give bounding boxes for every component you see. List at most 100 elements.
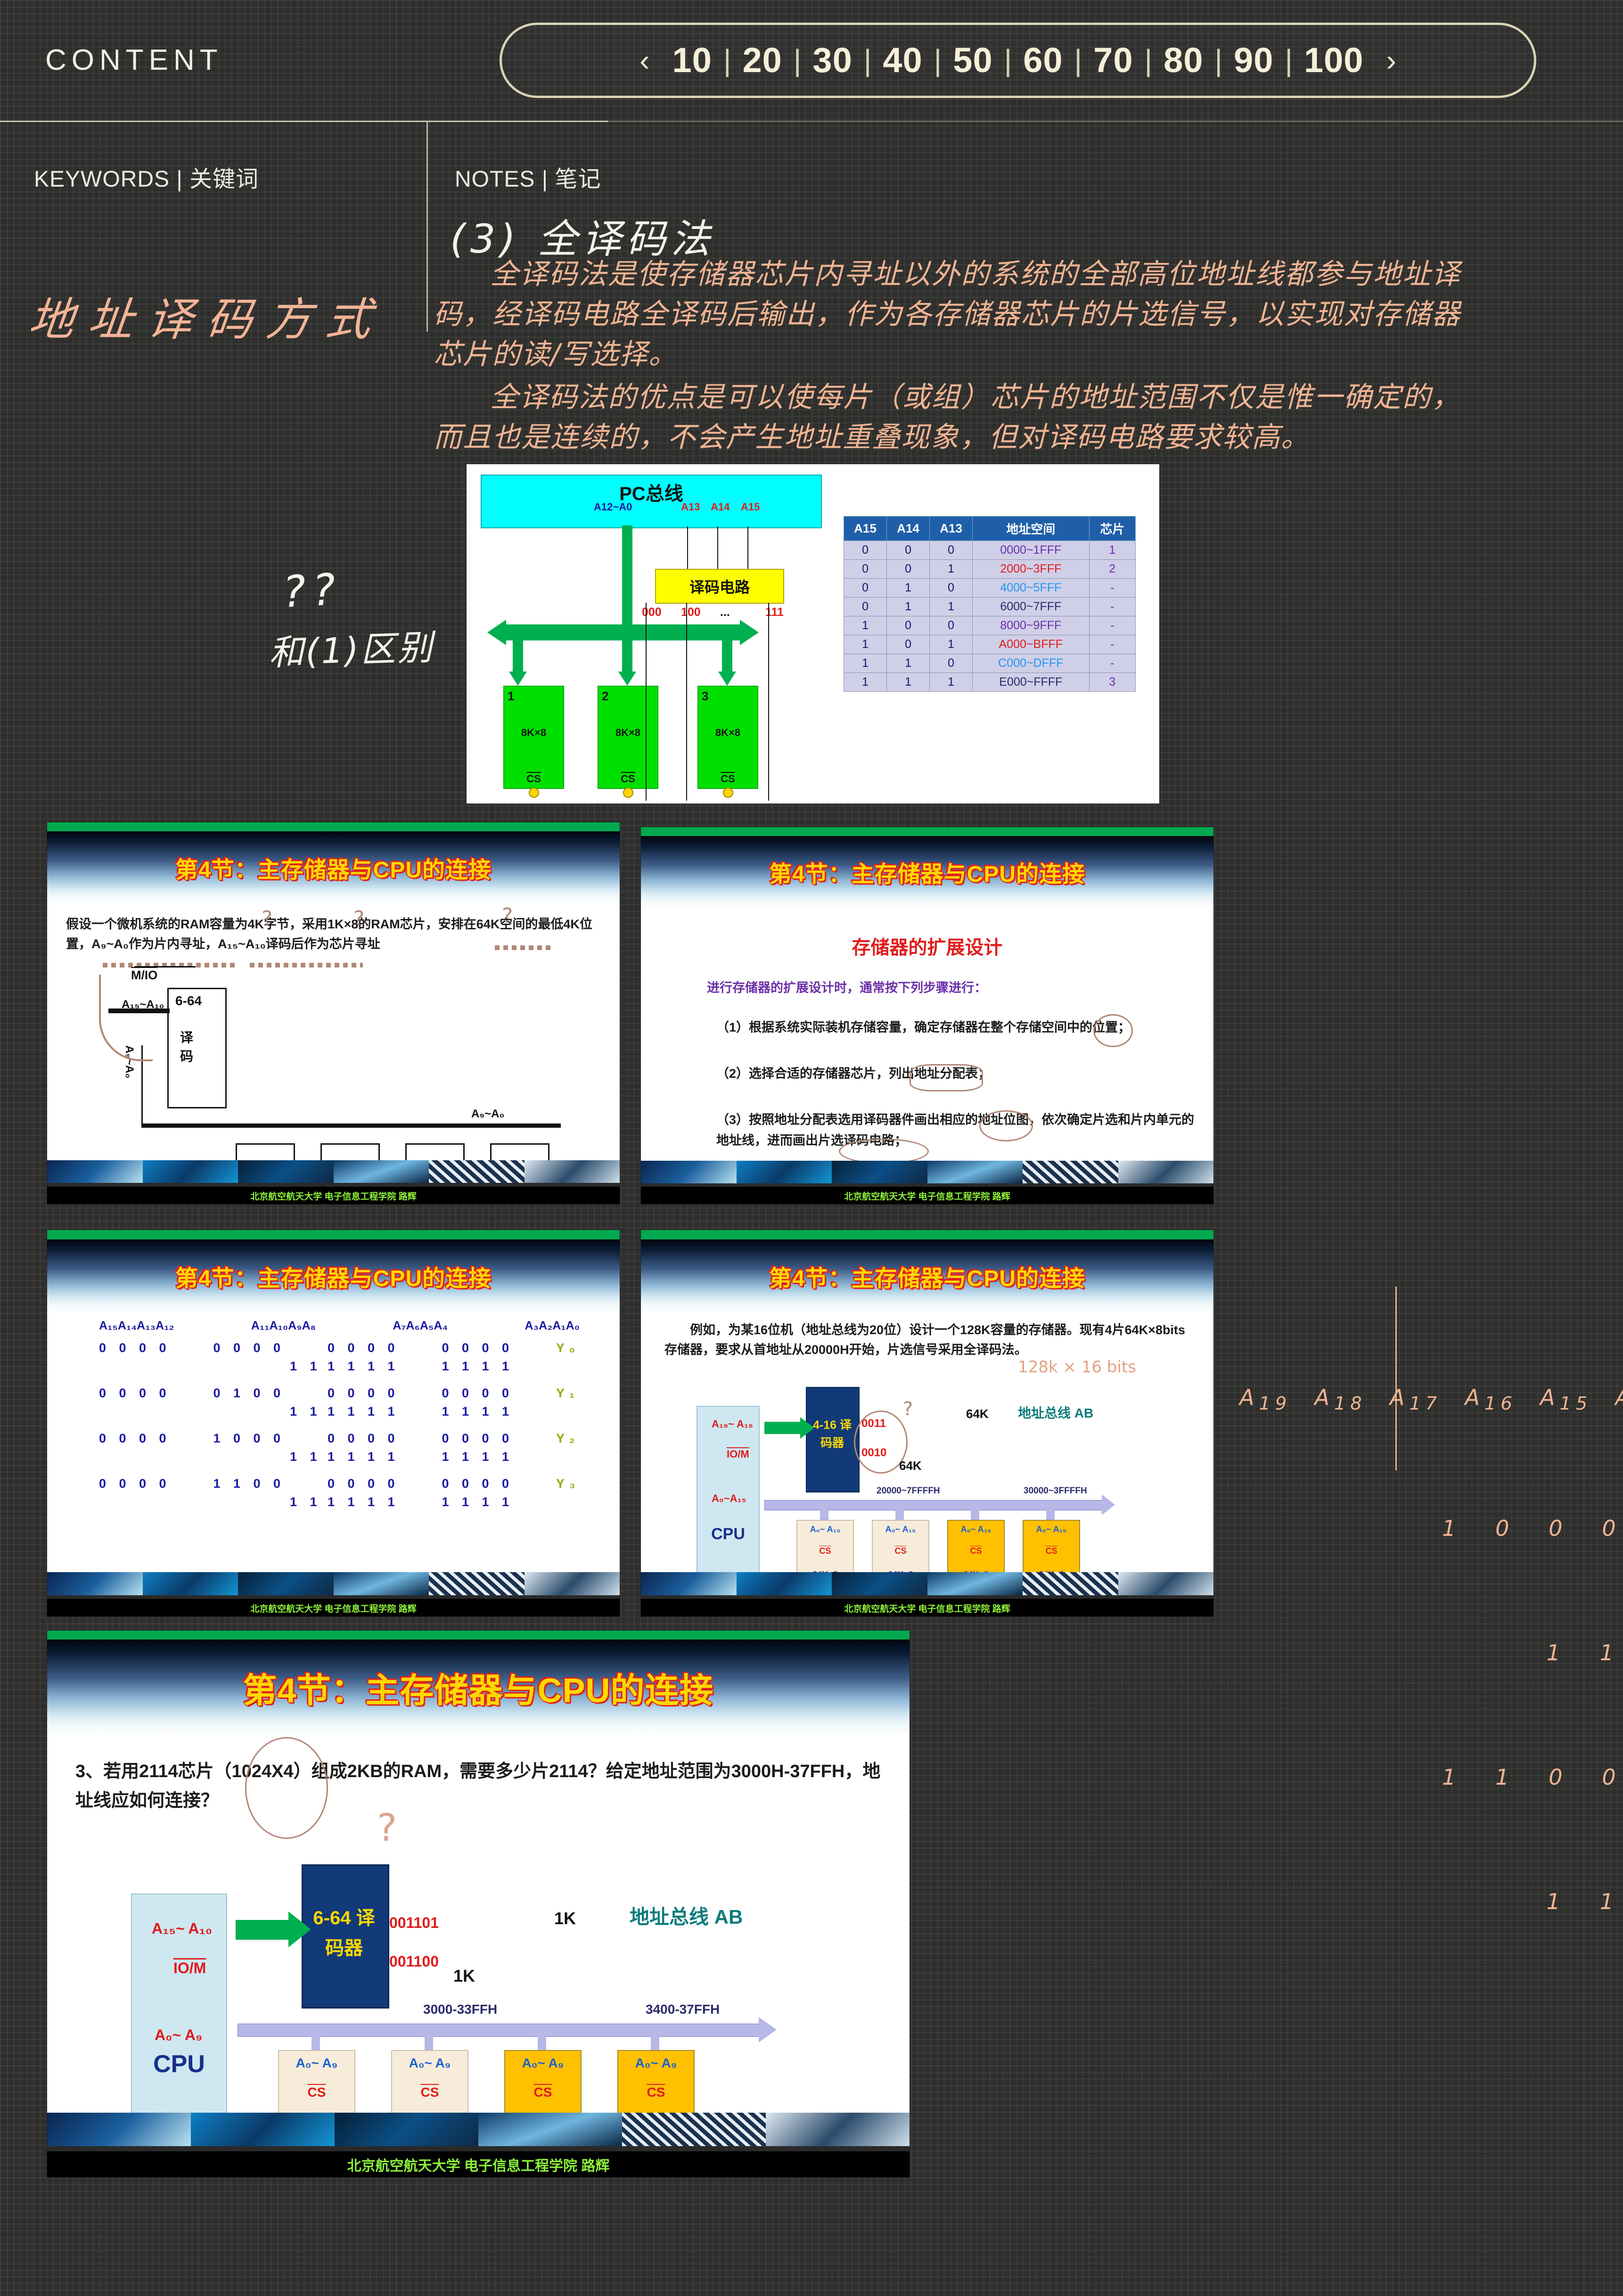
wire-dec-out-2 bbox=[646, 603, 647, 801]
decoder-out-001100: 001100 bbox=[389, 1952, 439, 1970]
bit-group-3: 0 0 0 0 bbox=[328, 1386, 400, 1400]
cell-bit: 1 bbox=[843, 635, 887, 654]
table-row: 1 0 1 A000~BFFF - bbox=[843, 635, 1136, 654]
keyword-question-note: 和(1)区别 bbox=[268, 627, 435, 674]
decoder-out-000: 000 bbox=[642, 606, 662, 619]
bit-row: 0 0 0 0 1 1 0 0 0 0 0 0 0 0 0 0 Y₃ bbox=[99, 1475, 598, 1492]
cell-chip: - bbox=[1089, 597, 1136, 616]
bit-group-3: 0 0 0 0 bbox=[328, 1340, 400, 1355]
cell-bit: 1 bbox=[929, 597, 973, 616]
notes-column-header: NOTES | 笔记 bbox=[455, 167, 601, 192]
wire-a15 bbox=[747, 526, 748, 570]
range-label-1: 3000-33FFH bbox=[423, 2001, 498, 2017]
pager-page-30[interactable]: 30 bbox=[802, 43, 862, 78]
capacity-label-2: 64K bbox=[899, 1459, 922, 1473]
notes-paragraph-2: 全译码法的优点是可以使每片（或组）芯片的地址范围不仅是惟一确定的，而且也是连续的… bbox=[434, 381, 1461, 454]
slide-title-band: 第4节：主存储器与CPU的连接 bbox=[641, 1239, 1213, 1313]
slide-green-top bbox=[47, 822, 620, 832]
pencil-hand-note: 128k × 16 bits bbox=[1018, 1358, 1136, 1377]
bit-group-4: 0 0 0 0 bbox=[442, 1476, 514, 1491]
pencil-question-mark: ? bbox=[353, 907, 365, 931]
cs-node-1 bbox=[529, 787, 539, 798]
range-label-1: 20000~7FFFFH bbox=[877, 1486, 940, 1496]
bit-group-3: 1 1 1 1 bbox=[328, 1449, 400, 1464]
chip-cs-pin: CS bbox=[526, 773, 541, 785]
keyword-question-marks: ?? bbox=[281, 564, 344, 618]
pager-page-40[interactable]: 40 bbox=[872, 43, 933, 78]
cell-chip: 2 bbox=[1089, 559, 1136, 579]
range-label-2: 30000~3FFFFH bbox=[1024, 1486, 1087, 1496]
slide-thumbnail-1[interactable]: 第4节：主存储器与CPU的连接 假设一个微机系统的RAM容量为4K字节，采用1K… bbox=[47, 822, 620, 1204]
table-row: 1 1 1 E000~FFFF 3 bbox=[843, 672, 1136, 692]
bus-a14-label: A14 bbox=[711, 501, 730, 513]
pager-page-90[interactable]: 90 bbox=[1223, 43, 1284, 78]
cpu-addr-hi-label: A₁₉~ A₁₆ bbox=[712, 1418, 754, 1430]
chevron-right-icon[interactable]: › bbox=[1374, 45, 1408, 75]
decoder-input-arrow-bar bbox=[764, 1422, 802, 1435]
hand-bit-row-2: 1 1 1 ... bbox=[1546, 1640, 1618, 1666]
cell-bit: 1 bbox=[886, 578, 930, 598]
bit-group-2: 0 0 0 0 bbox=[213, 1340, 286, 1355]
cell-chip: - bbox=[1089, 578, 1136, 598]
keyword-term: 地址译码方式 bbox=[26, 293, 388, 346]
wire-dec-out-4 bbox=[768, 603, 769, 801]
address-space-table: A15 A14 A13 地址空间 芯片 0 0 0 0000~1FFF 1 0 0 1 2000… bbox=[843, 516, 1136, 692]
chevron-left-icon[interactable]: ‹ bbox=[627, 45, 662, 75]
decoder-out-001101: 001101 bbox=[389, 1914, 439, 1931]
hand-bit-headers: A19 A18 A17 A16 A15 A14 A13 bbox=[1239, 1385, 1623, 1415]
decoder-label: 6-64 译码器 bbox=[313, 1907, 375, 1959]
cell-chip: - bbox=[1089, 635, 1136, 654]
address-drop-arrow-4 bbox=[1046, 1504, 1055, 1520]
green-trunk-vertical bbox=[622, 525, 632, 629]
pager-page-50[interactable]: 50 bbox=[943, 43, 1003, 78]
pager-page-80[interactable]: 80 bbox=[1153, 43, 1213, 78]
chip-cs-pin: CS bbox=[894, 1546, 907, 1556]
slide-thumbnail-5[interactable]: 第4节：主存储器与CPU的连接 3、若用2114芯片（1024X4）组成2KB的… bbox=[47, 1631, 910, 2177]
slide-pc-bus-decoding[interactable]: PC总线 A12~A0 A13 A14 A15 译码电路 000 100 ...… bbox=[467, 464, 1159, 804]
bit-group-1: 0 0 0 0 bbox=[99, 1431, 171, 1445]
bus-a13-label: A13 bbox=[681, 501, 700, 513]
decoder-ic-label-num: 6-64 bbox=[175, 993, 202, 1009]
slide-thumbnail-4[interactable]: 第4节：主存储器与CPU的连接 例如，为某16位机（地址总线为20位）设计一个1… bbox=[641, 1230, 1213, 1616]
pencil-question-mark: ? bbox=[377, 1805, 397, 1850]
cell-bit: 0 bbox=[843, 597, 887, 616]
chip-capacity: 8K×8 bbox=[521, 727, 547, 738]
chip-cs-pin: CS bbox=[970, 1546, 982, 1556]
chip-address-pins: A₀~ A₁₅ bbox=[810, 1525, 841, 1534]
cell-chip: - bbox=[1089, 654, 1136, 673]
slide-title-band: 第4节：主存储器与CPU的连接 bbox=[641, 836, 1213, 908]
decoder-out-100: 100 bbox=[681, 606, 701, 619]
pager-separator: | bbox=[863, 43, 872, 77]
address-bus-arrowhead bbox=[1102, 1494, 1115, 1516]
memory-chip-2: 2 8K×8 CS bbox=[598, 686, 658, 789]
pager-page-100[interactable]: 100 bbox=[1294, 43, 1374, 78]
pencil-question-mark: ? bbox=[502, 904, 513, 928]
pager-page-60[interactable]: 60 bbox=[1013, 43, 1073, 78]
pager-page-70[interactable]: 70 bbox=[1083, 43, 1143, 78]
col-a13: A13 bbox=[929, 516, 973, 541]
bit-group-2: 0 1 0 0 bbox=[213, 1386, 286, 1400]
cell-bit: 0 bbox=[886, 635, 930, 654]
slide-thumbnail-2[interactable]: 第4节：主存储器与CPU的连接 存储器的扩展设计 进行存储器的扩展设计时，通常按… bbox=[641, 827, 1213, 1204]
slide-intro: 进行存储器的扩展设计时，通常按下列步骤进行： bbox=[707, 981, 987, 995]
pager-page-10[interactable]: 10 bbox=[662, 43, 722, 78]
page-navigator[interactable]: ‹ 10 | 20 | 30 | 40 | 50 | 60 | 70 | 80 … bbox=[500, 23, 1536, 98]
address-drop-arrow-3 bbox=[971, 1504, 979, 1520]
chip-cs-pin: CS bbox=[819, 1546, 831, 1556]
slide-footer-imagestrip bbox=[641, 1161, 1213, 1183]
pager-separator: | bbox=[1074, 43, 1082, 77]
green-arrow-right bbox=[740, 620, 759, 645]
table-row: 0 0 0 0000~1FFF 1 bbox=[843, 541, 1136, 560]
chip-cs-pin: CS bbox=[307, 2084, 326, 2099]
pager-page-20[interactable]: 20 bbox=[732, 43, 792, 78]
chip-cs-pin: CS bbox=[420, 2084, 439, 2099]
slide-thumbnail-3[interactable]: 第4节：主存储器与CPU的连接 A₁₅A₁₄A₁₃A₁₂ A₁₁A₁₀A₉A₈ … bbox=[47, 1230, 620, 1616]
cell-bit: 1 bbox=[929, 635, 973, 654]
chip-address-pins: A₀~ A₁₅ bbox=[885, 1525, 916, 1534]
pager-separator: | bbox=[723, 43, 731, 77]
green-drop-1 bbox=[513, 640, 523, 673]
chip-cs-pin: CS bbox=[647, 2084, 665, 2099]
decoder-input-arrowhead bbox=[800, 1417, 814, 1439]
slide-footer-caption: 北京航空航天大学 电子信息工程学院 路辉 bbox=[844, 1192, 1010, 1202]
decoder-out-ellipsis: ... bbox=[720, 606, 730, 619]
